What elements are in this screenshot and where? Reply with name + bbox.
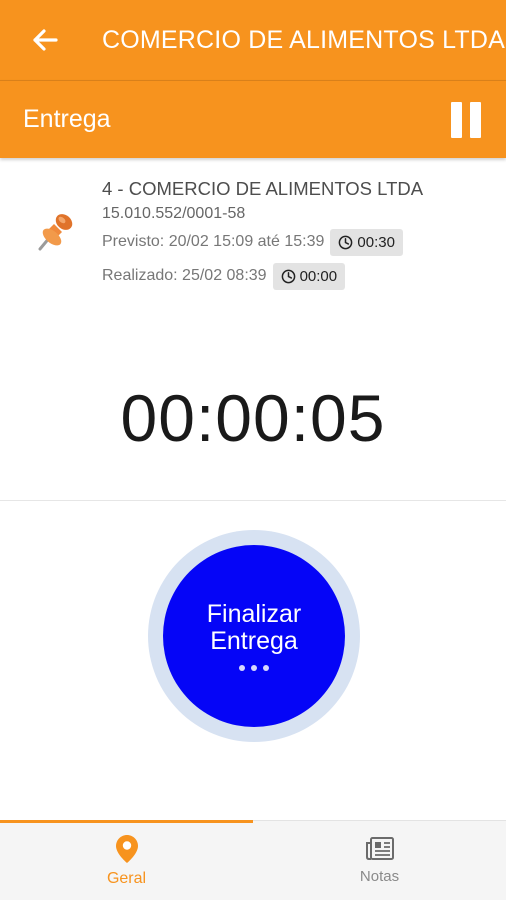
elapsed-timer: 00:00:05 xyxy=(120,381,386,455)
divider xyxy=(0,500,506,501)
finish-button-ring: Finalizar Entrega xyxy=(148,530,360,742)
clock-icon xyxy=(339,235,353,249)
finish-delivery-button[interactable]: Finalizar Entrega xyxy=(163,545,345,727)
stop-document: 15.010.552/0001-58 xyxy=(102,205,246,222)
planned-duration-badge: 00:30 xyxy=(330,228,403,256)
more-dots-icon xyxy=(239,665,269,671)
section-bar: Entrega xyxy=(0,80,506,158)
app-bar: COMERCIO DE ALIMENTOS LTDA xyxy=(0,0,506,80)
stop-info: 4 - COMERCIO DE ALIMENTOS LTDA 15.010.55… xyxy=(102,176,496,292)
stop-card: 4 - COMERCIO DE ALIMENTOS LTDA 15.010.55… xyxy=(0,160,506,300)
finish-label-line1: Finalizar xyxy=(206,600,302,628)
actual-label: Realizado: 25/02 08:39 xyxy=(102,267,267,284)
pause-icon xyxy=(470,101,481,138)
actual-row: Realizado: 25/02 08:39 00:00 xyxy=(102,260,496,292)
pause-icon xyxy=(451,101,462,138)
tab-notas[interactable]: Notas xyxy=(253,821,506,900)
actual-duration-badge: 00:00 xyxy=(272,262,346,290)
actual-duration: 00:00 xyxy=(299,267,338,285)
planned-duration: 00:30 xyxy=(357,233,395,251)
planned-label: Previsto: 20/02 15:09 até 15:39 xyxy=(102,233,325,250)
tab-label: Geral xyxy=(106,869,147,887)
newspaper-icon xyxy=(365,837,394,860)
stop-name: 4 - COMERCIO DE ALIMENTOS LTDA xyxy=(102,178,424,199)
location-pin-icon xyxy=(115,834,138,863)
bottom-nav: Geral Notas xyxy=(0,820,506,900)
page-title: COMERCIO DE ALIMENTOS LTDA xyxy=(102,25,505,54)
tab-label: Notas xyxy=(359,868,400,885)
section-title: Entrega xyxy=(23,105,111,133)
finish-label-line2: Entrega xyxy=(210,627,298,655)
pushpin-icon xyxy=(38,214,73,251)
pause-button[interactable] xyxy=(436,90,496,150)
clock-icon xyxy=(281,269,295,283)
planned-row: Previsto: 20/02 15:09 até 15:39 00:30 xyxy=(102,226,496,258)
tab-geral[interactable]: Geral xyxy=(0,820,253,900)
arrow-left-icon xyxy=(33,29,58,51)
back-button[interactable] xyxy=(0,0,90,80)
